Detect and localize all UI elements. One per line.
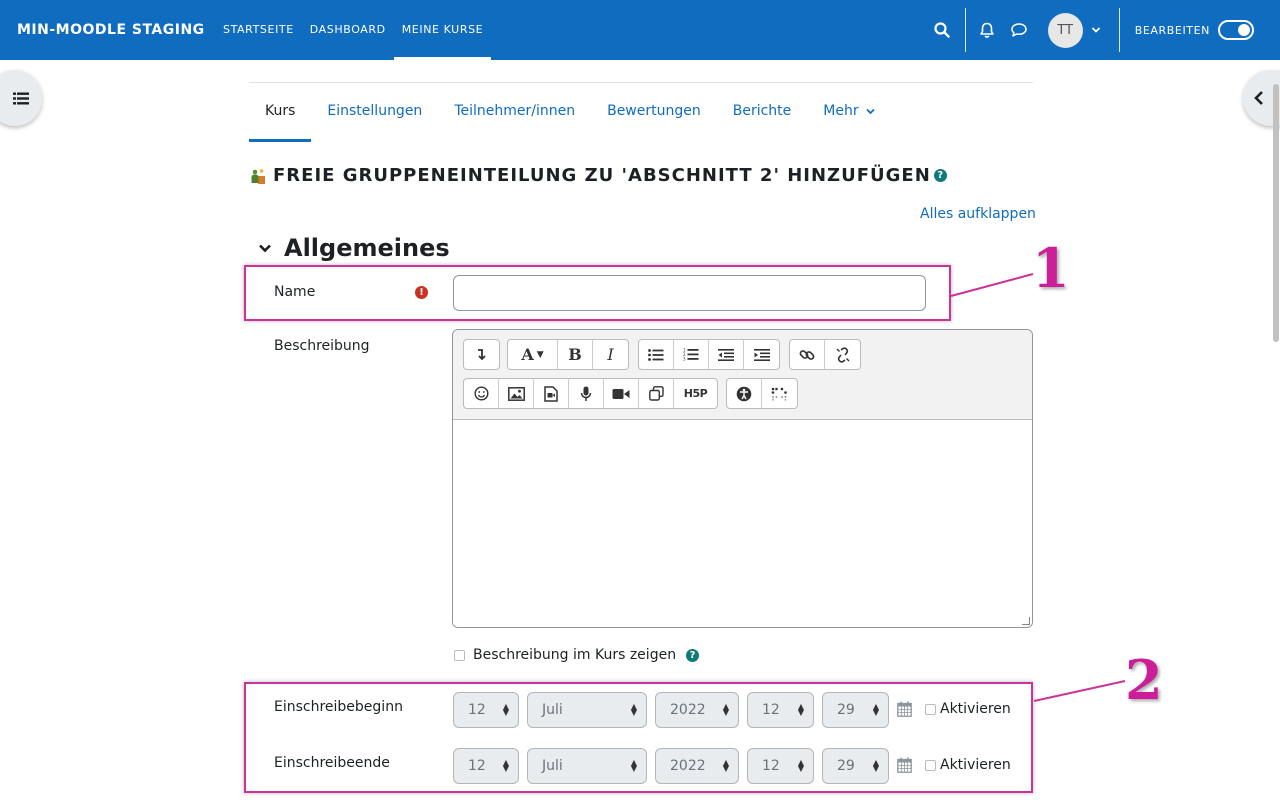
link-icon[interactable]: [790, 340, 825, 369]
site-brand[interactable]: MIN-MOODLE STAGING: [17, 22, 207, 38]
svg-text:3: 3: [683, 357, 686, 362]
description-editor: A ▼ B I 123 H5P: [452, 329, 1033, 628]
toolbar-group: 123: [638, 339, 780, 370]
resize-handle[interactable]: [1022, 617, 1030, 625]
toolbar-group: [726, 378, 798, 409]
record-audio-icon[interactable]: [569, 379, 604, 408]
annotation-box-1: [244, 265, 951, 321]
chevron-down-icon: [866, 108, 875, 115]
indent-icon[interactable]: [744, 340, 779, 369]
toolbar-group: A ▼ B I: [507, 339, 629, 370]
navbar-divider: [964, 8, 966, 52]
group-choice-icon: [251, 168, 265, 184]
h5p-icon[interactable]: H5P: [674, 379, 717, 408]
font-color-icon[interactable]: A ▼: [508, 340, 558, 369]
course-secondary-navigation: Kurs Einstellungen Teilnehmer/innen Bewe…: [249, 92, 891, 144]
emoji-icon[interactable]: [464, 379, 499, 408]
notification-bell-icon[interactable]: [976, 19, 998, 41]
tab-einstellungen[interactable]: Einstellungen: [311, 92, 438, 144]
image-icon[interactable]: [499, 379, 534, 408]
tab-teilnehmer[interactable]: Teilnehmer/innen: [438, 92, 591, 144]
toggle-knob: [1238, 24, 1250, 36]
help-icon[interactable]: ?: [933, 169, 947, 182]
annotation-number-2: 2: [1125, 648, 1163, 712]
user-avatar[interactable]: TT: [1047, 12, 1083, 48]
tab-berichte[interactable]: Berichte: [717, 92, 808, 144]
description-textarea[interactable]: [453, 420, 1032, 627]
navbar-right: TT BEARBEITEN: [931, 0, 1280, 60]
page-scrollbar[interactable]: [1273, 62, 1279, 800]
tab-mehr[interactable]: Mehr: [807, 92, 891, 144]
tab-mehr-label: Mehr: [823, 103, 859, 119]
chevron-down-icon[interactable]: [1085, 19, 1107, 41]
navbar-divider: [1118, 8, 1120, 52]
bold-icon[interactable]: B: [558, 340, 593, 369]
nav-startseite[interactable]: STARTSEITE: [215, 0, 302, 60]
description-label: Beschreibung: [274, 338, 370, 354]
annotation-number-1: 1: [1032, 236, 1070, 300]
header-divider: [249, 82, 1033, 83]
expand-all-link[interactable]: Alles aufklappen: [920, 206, 1036, 222]
chevron-down-icon: [259, 244, 271, 253]
show-description-checkbox[interactable]: [454, 649, 465, 661]
course-index-drawer-toggle[interactable]: [0, 70, 42, 126]
nav-meine-kurse[interactable]: MEINE KURSE: [393, 0, 492, 60]
show-description-field: Beschreibung im Kurs zeigen ?: [454, 647, 700, 663]
primary-navigation: STARTSEITE DASHBOARD MEINE KURSE: [215, 0, 491, 60]
screenreader-helper-icon[interactable]: [762, 379, 797, 408]
edit-mode-toggle[interactable]: [1218, 20, 1254, 40]
editor-toolbar: A ▼ B I 123 H5P: [453, 330, 1032, 420]
media-icon[interactable]: [534, 379, 569, 408]
section-title: Allgemeines: [284, 234, 450, 262]
unordered-list-icon[interactable]: [639, 340, 674, 369]
toolbar-group: H5P: [463, 378, 718, 409]
tab-kurs[interactable]: Kurs: [249, 92, 312, 144]
manage-files-icon[interactable]: [639, 379, 674, 408]
help-icon[interactable]: ?: [686, 648, 700, 662]
show-description-label: Beschreibung im Kurs zeigen: [473, 647, 677, 663]
edit-mode-label: BEARBEITEN: [1134, 23, 1210, 37]
section-general[interactable]: Allgemeines: [258, 234, 450, 262]
accessibility-checker-icon[interactable]: [727, 379, 762, 408]
annotation-box-2: [244, 682, 1033, 793]
search-icon[interactable]: [931, 19, 953, 41]
record-video-icon[interactable]: [604, 379, 639, 408]
page-title: FREIE GRUPPENEINTEILUNG ZU 'ABSCHNITT 2'…: [273, 165, 931, 186]
tab-bewertungen[interactable]: Bewertungen: [591, 92, 717, 144]
nav-dashboard[interactable]: DASHBOARD: [302, 0, 394, 60]
outdent-icon[interactable]: [709, 340, 744, 369]
italic-icon[interactable]: I: [593, 340, 628, 369]
collapse-icon[interactable]: [464, 340, 499, 369]
page-heading: FREIE GRUPPENEINTEILUNG ZU 'ABSCHNITT 2'…: [249, 165, 947, 186]
top-navbar: MIN-MOODLE STAGING STARTSEITE DASHBOARD …: [0, 0, 1280, 60]
chevron-left-icon: [1254, 91, 1263, 105]
toolbar-group: [463, 339, 500, 370]
toolbar-group: [789, 339, 861, 370]
scrollbar-thumb[interactable]: [1273, 84, 1279, 342]
ordered-list-icon[interactable]: 123: [674, 340, 709, 369]
list-icon: [13, 92, 29, 104]
unlink-icon[interactable]: [825, 340, 860, 369]
messages-icon[interactable]: [1008, 19, 1030, 41]
